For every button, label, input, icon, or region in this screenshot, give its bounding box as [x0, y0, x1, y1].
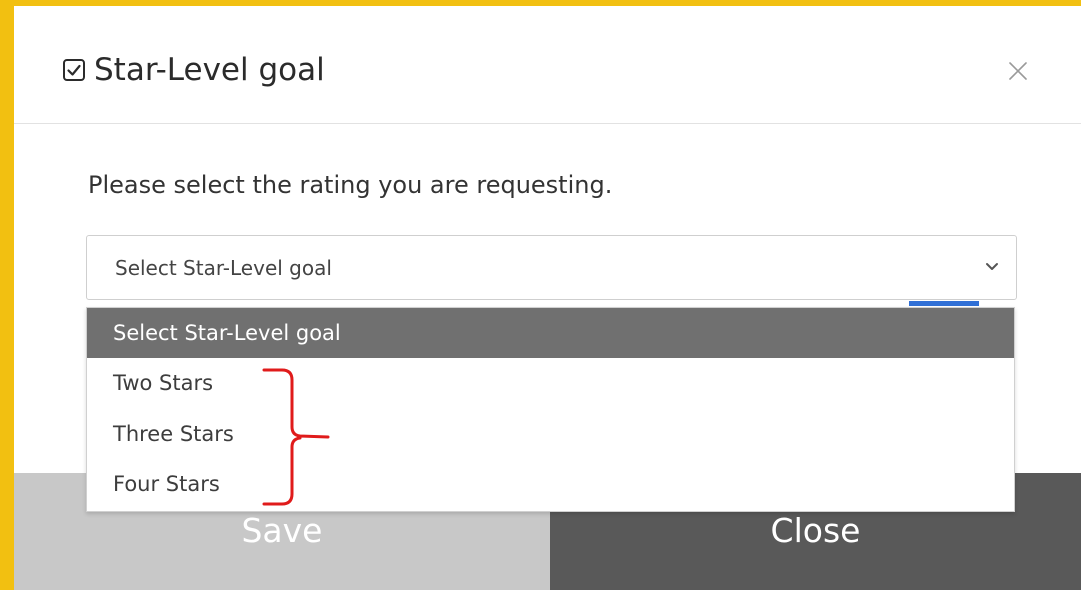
star-level-select[interactable]: Select Star-Level goal — [86, 235, 1017, 300]
modal-header: Star-Level goal — [14, 6, 1081, 124]
option-label: Two Stars — [113, 371, 214, 395]
option-label: Three Stars — [113, 422, 234, 446]
modal-title: Star-Level goal — [94, 52, 325, 88]
dropdown-option-four-stars[interactable]: Four Stars — [87, 459, 1014, 509]
select-dropdown-list: Select Star-Level goal Two Stars Three S… — [86, 307, 1015, 512]
close-button-label: Close — [770, 511, 861, 550]
hidden-button-edge — [909, 301, 979, 306]
dropdown-option-two-stars[interactable]: Two Stars — [87, 358, 1014, 408]
prompt-text: Please select the rating you are request… — [88, 171, 613, 199]
checkbox-check-icon — [63, 59, 85, 81]
red-curly-bracket-annotation — [262, 368, 330, 506]
save-button-label: Save — [241, 511, 323, 550]
option-label: Four Stars — [113, 472, 220, 496]
select-current-value: Select Star-Level goal — [115, 256, 332, 280]
dropdown-option-three-stars[interactable]: Three Stars — [87, 409, 1014, 459]
modal-dialog: Star-Level goal Please select the rating… — [14, 6, 1081, 590]
close-icon[interactable] — [1007, 60, 1029, 82]
option-label: Select Star-Level goal — [113, 321, 341, 345]
chevron-down-icon — [986, 263, 998, 270]
dropdown-option-placeholder[interactable]: Select Star-Level goal — [87, 308, 1014, 358]
window-frame-left — [0, 0, 14, 590]
